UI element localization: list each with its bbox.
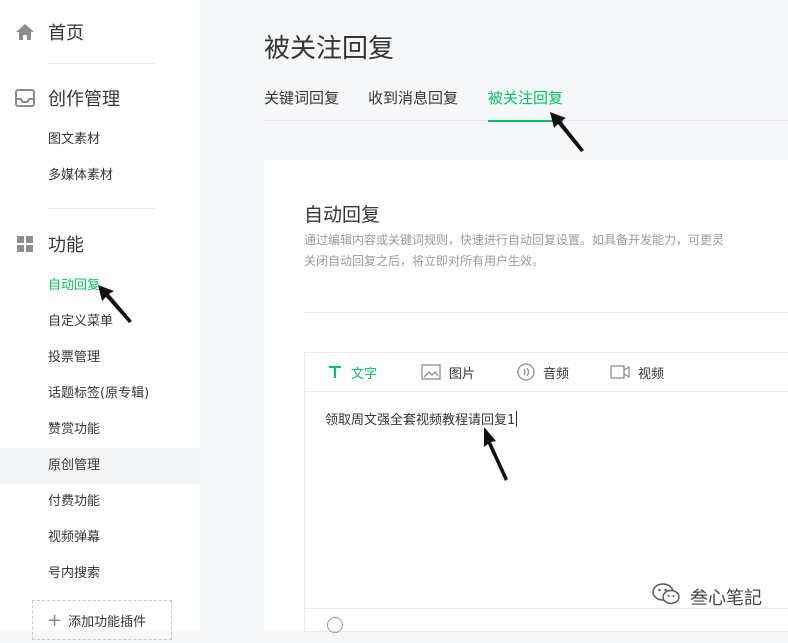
nav-group-creation-label: 创作管理: [48, 89, 120, 110]
nav-divider: [48, 208, 156, 209]
arrow-annotation-content: [484, 427, 508, 481]
sidebar-item-search[interactable]: 号内搜索: [0, 556, 200, 592]
nav-home-label: 首页: [48, 23, 84, 44]
page-title: 被关注回复: [264, 34, 395, 64]
plus-icon: +: [47, 610, 63, 631]
tool-audio[interactable]: 音频: [517, 353, 569, 391]
tool-image-label: 图片: [449, 366, 476, 382]
sidebar-item-original[interactable]: 原创管理: [0, 448, 200, 484]
sidebar-item-paid[interactable]: 付费功能: [0, 484, 200, 520]
audio-icon: [517, 363, 535, 381]
nav-group-creation[interactable]: 创作管理: [14, 85, 120, 111]
sidebar-item-reward[interactable]: 赞赏功能: [0, 412, 200, 448]
sidebar-item-topic-tags[interactable]: 话题标签(原专辑): [0, 376, 200, 412]
nav-home[interactable]: 首页: [14, 19, 84, 45]
text-icon: [327, 365, 343, 379]
editor-toolbar: 文字 图片 音频 视频: [305, 353, 788, 392]
arrow-annotation-tab: [550, 112, 584, 152]
tool-video-label: 视频: [638, 366, 665, 382]
home-icon: [14, 21, 36, 43]
panel-title: 自动回复: [304, 204, 381, 226]
add-plugin-label: 添加功能插件: [68, 615, 147, 630]
text-caret: [516, 411, 518, 427]
tool-video[interactable]: 视频: [610, 353, 664, 391]
image-icon: [421, 364, 441, 380]
grid-icon: [14, 233, 36, 255]
tool-image[interactable]: 图片: [421, 353, 475, 391]
auto-reply-panel: 自动回复 通过编辑内容或关键词规则，快速进行自动回复设置。如具备开发能力，可更灵…: [264, 160, 788, 633]
wechat-icon: [652, 583, 680, 610]
inbox-icon: [14, 87, 36, 109]
tab-keyword-reply[interactable]: 关键词回复: [264, 86, 339, 120]
tool-audio-label: 音频: [543, 366, 570, 382]
panel-divider: [304, 312, 788, 313]
sidebar-item-vote[interactable]: 投票管理: [0, 340, 200, 376]
sidebar-item-danmaku[interactable]: 视频弹幕: [0, 520, 200, 556]
tab-message-reply[interactable]: 收到消息回复: [368, 86, 458, 120]
watermark-text: 叁心笔記: [690, 587, 762, 609]
panel-description-line-2: 关闭自动回复之后，将立即对所有用户生效。: [304, 254, 545, 268]
video-icon: [610, 364, 630, 380]
tool-text[interactable]: 文字: [327, 353, 377, 391]
nav-group-features[interactable]: 功能: [14, 231, 84, 257]
arrow-annotation-auto-reply: [98, 285, 132, 323]
sidebar-item-media-materials[interactable]: 多媒体素材: [0, 158, 200, 194]
panel-description: 通过编辑内容或关键词规则，快速进行自动回复设置。如具备开发能力，可更灵 关闭自动…: [304, 230, 788, 272]
panel-description-line-1: 通过编辑内容或关键词规则，快速进行自动回复设置。如具备开发能力，可更灵: [304, 233, 725, 247]
tool-text-label: 文字: [351, 366, 378, 382]
nav-divider: [48, 63, 156, 64]
add-plugin-button[interactable]: + 添加功能插件: [32, 600, 172, 640]
watermark: 叁心笔記: [652, 583, 762, 610]
reply-tabs: 关键词回复 收到消息回复 被关注回复: [264, 86, 788, 122]
nav-group-features-label: 功能: [48, 235, 84, 256]
sidebar-item-article-materials[interactable]: 图文素材: [0, 122, 200, 158]
editor-footer: [305, 608, 788, 633]
